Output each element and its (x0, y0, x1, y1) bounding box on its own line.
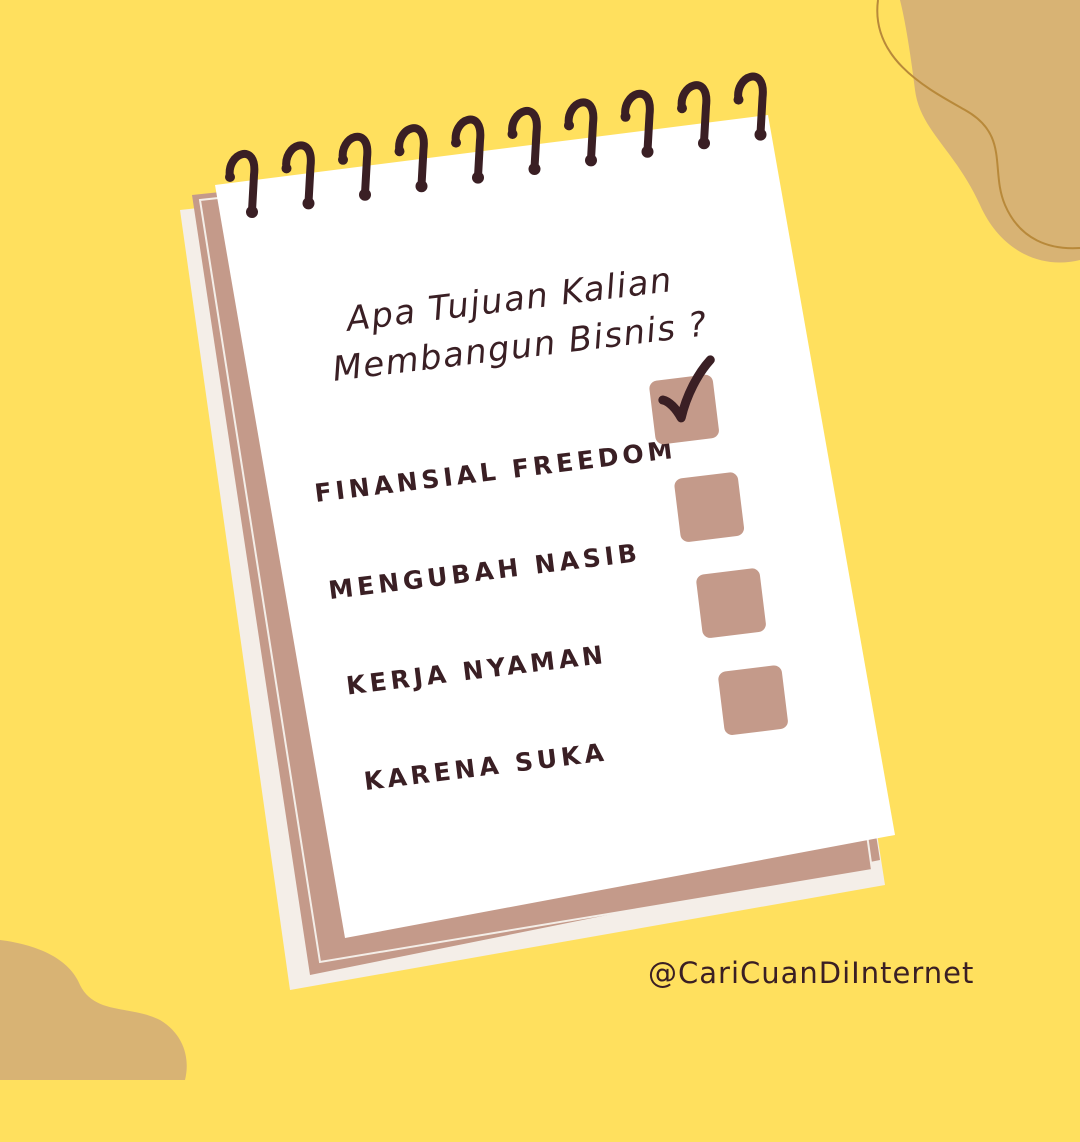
social-handle: @CariCuanDiInternet (648, 956, 975, 990)
option-label-kerja-nyaman: KERJA NYAMAN (344, 639, 609, 701)
checkbox-financial-freedom[interactable] (648, 355, 720, 446)
notepad: Apa Tujuan Kalian Membangun Bisnis ? FIN… (0, 0, 1080, 1080)
checkbox-kerja-nyaman[interactable] (695, 567, 767, 639)
option-label-karena-suka: KARENA SUKA (362, 737, 610, 797)
checkbox-mengubah-nasib[interactable] (673, 471, 745, 543)
checkbox-karena-suka[interactable] (717, 664, 789, 736)
option-label-mengubah-nasib: MENGUBAH NASIB (326, 537, 643, 606)
option-label-financial-freedom: FINANSIAL FREEDOM (312, 434, 678, 509)
checkmark-icon (658, 355, 715, 423)
